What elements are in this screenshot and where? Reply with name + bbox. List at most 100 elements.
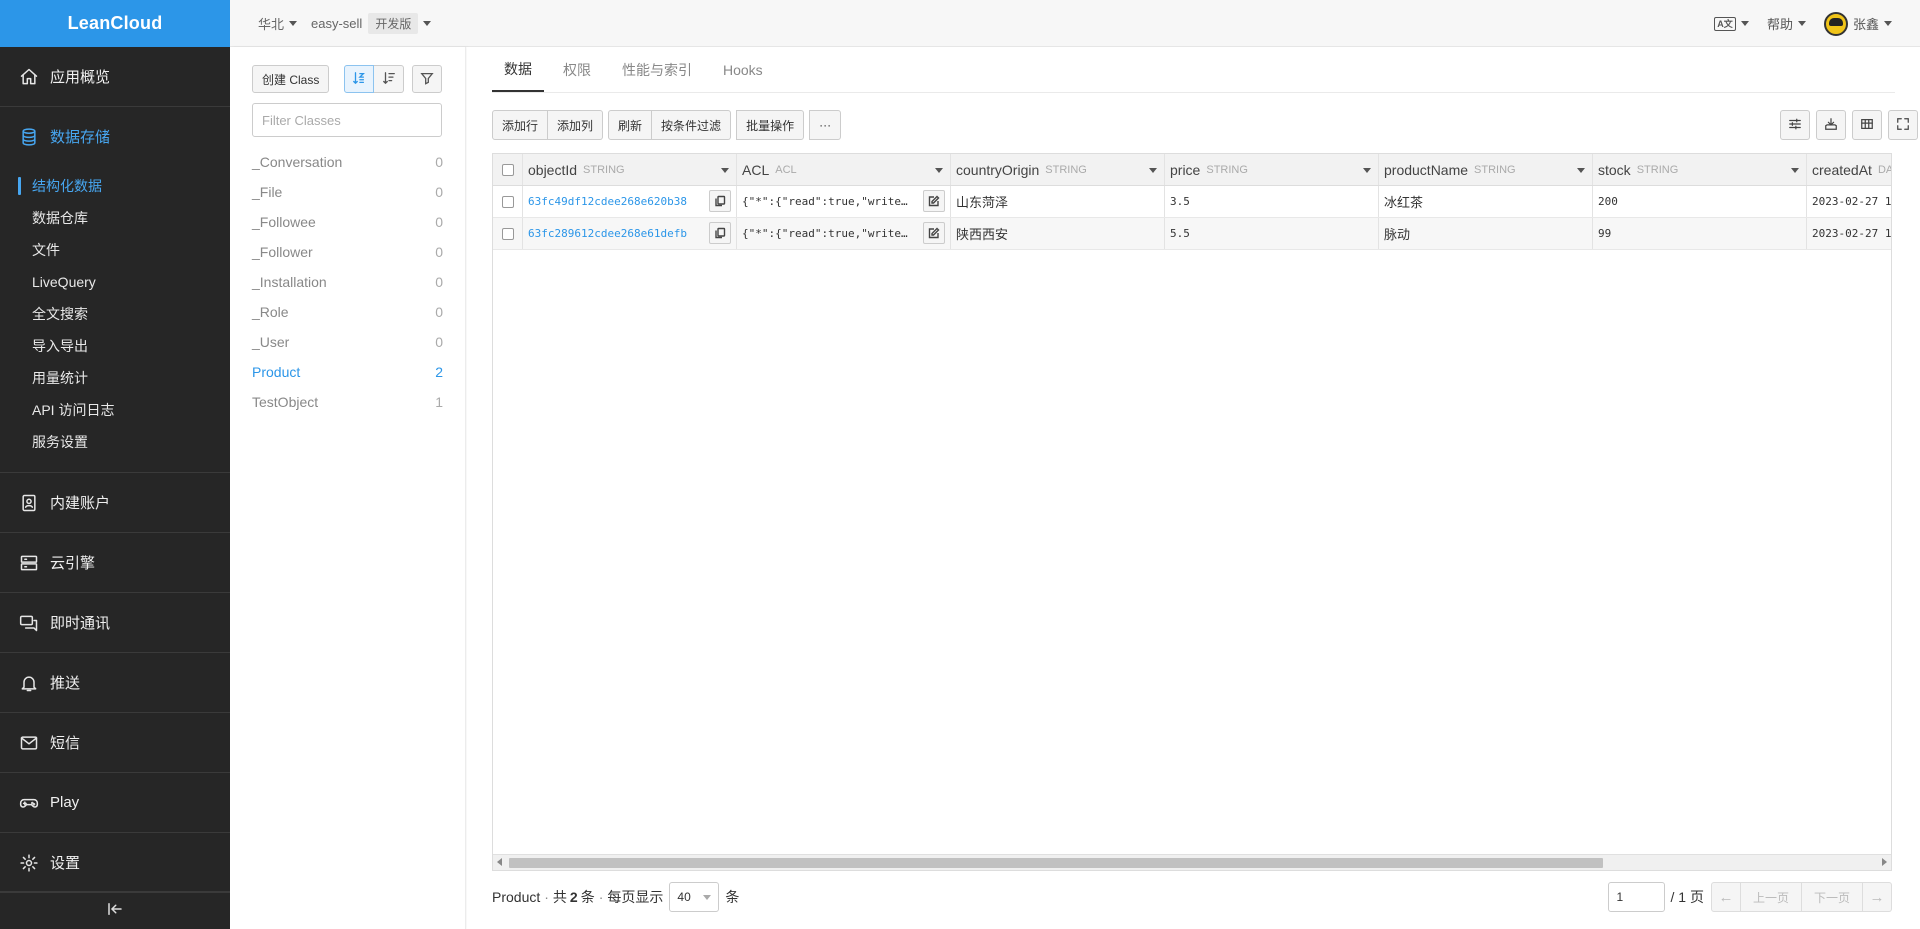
row-checkbox[interactable] [502, 227, 514, 240]
class-item[interactable]: TestObject 1 [230, 387, 465, 417]
filter-classes-input[interactable] [252, 103, 442, 137]
nav-item-push[interactable]: 推送 [0, 653, 230, 712]
user-menu[interactable]: 张鑫 [1823, 11, 1892, 36]
view-controls [1780, 110, 1918, 140]
language-switch[interactable]: A文 [1713, 16, 1749, 31]
created-at-cell[interactable]: 2023-02-27 1 [1807, 186, 1891, 217]
column-header[interactable]: createdAt DA [1807, 154, 1891, 185]
nav-item-sms[interactable]: 短信 [0, 713, 230, 772]
add-row-button[interactable]: 添加行 [492, 110, 549, 140]
column-header[interactable]: price STRING [1165, 154, 1379, 185]
mail-icon [18, 732, 40, 754]
fullscreen-button[interactable] [1888, 110, 1918, 140]
chevron-down-icon[interactable] [1791, 168, 1799, 173]
product-name-cell[interactable]: 脉动 [1379, 218, 1593, 249]
objectid-cell[interactable]: 63fc49df12cdee268e620b38 [523, 186, 737, 217]
scroll-right-icon[interactable] [1882, 858, 1887, 866]
refresh-button[interactable]: 刷新 [608, 110, 653, 140]
acl-cell[interactable]: {"*":{"read":true,"write"… [737, 186, 951, 217]
tab-hooks[interactable]: Hooks [711, 47, 775, 92]
top-right-menu: A文 帮助 张鑫 [1713, 0, 1892, 47]
nav-item-engine[interactable]: 云引擎 [0, 533, 230, 592]
column-header[interactable]: ACL ACL [737, 154, 951, 185]
add-column-button[interactable]: 添加列 [548, 110, 604, 140]
column-settings-button[interactable] [1780, 110, 1810, 140]
objectid-cell[interactable]: 63fc289612cdee268e61defb [523, 218, 737, 249]
collapse-sidebar-button[interactable] [0, 891, 230, 929]
copy-button[interactable] [709, 222, 731, 244]
nav-item-settings[interactable]: 设置 [0, 833, 230, 892]
copy-button[interactable] [709, 190, 731, 212]
sub-item-data-warehouse[interactable]: 数据仓库 [0, 202, 230, 234]
acl-cell[interactable]: {"*":{"read":true,"write"… [737, 218, 951, 249]
select-all-checkbox[interactable] [502, 163, 514, 176]
sort-count-button[interactable] [374, 65, 405, 93]
sub-item-livequery[interactable]: LiveQuery [0, 266, 230, 298]
scrollbar-thumb[interactable] [509, 858, 1603, 868]
table-view-button[interactable] [1852, 110, 1882, 140]
edit-button[interactable] [923, 190, 945, 212]
price-cell[interactable]: 3.5 [1165, 186, 1379, 217]
class-item[interactable]: _File 0 [230, 177, 465, 207]
chevron-down-icon[interactable] [1363, 168, 1371, 173]
tab-data[interactable]: 数据 [492, 47, 544, 92]
sub-item-fulltext-search[interactable]: 全文搜索 [0, 298, 230, 330]
class-item[interactable]: _Follower 0 [230, 237, 465, 267]
nav-item-im[interactable]: 即时通讯 [0, 593, 230, 652]
tab-performance-indexes[interactable]: 性能与索引 [610, 47, 704, 92]
stock-cell[interactable]: 200 [1593, 186, 1807, 217]
column-header[interactable]: countryOrigin STRING [951, 154, 1165, 185]
chevron-down-icon[interactable] [1149, 168, 1157, 173]
region-select[interactable]: 华北 [258, 14, 298, 33]
country-origin-cell[interactable]: 山东菏泽 [951, 186, 1165, 217]
edit-button[interactable] [923, 222, 945, 244]
class-item[interactable]: _Conversation 0 [230, 147, 465, 177]
sub-item-structured-data[interactable]: 结构化数据 [0, 170, 230, 202]
column-name: createdAt [1812, 161, 1872, 178]
product-name-cell[interactable]: 冰红茶 [1379, 186, 1593, 217]
app-select[interactable]: easy-sell 开发版 [311, 12, 432, 34]
more-button[interactable]: ··· [809, 110, 842, 140]
help-menu[interactable]: 帮助 [1767, 14, 1806, 33]
prev-page-button[interactable]: ← 上一页 [1710, 882, 1802, 912]
nav-item-play[interactable]: Play [0, 773, 230, 832]
class-item[interactable]: _Followee 0 [230, 207, 465, 237]
filter-classes-button[interactable] [412, 65, 443, 93]
tab-permissions[interactable]: 权限 [551, 47, 603, 92]
per-page-select[interactable]: 40 [669, 882, 720, 912]
nav-item-storage[interactable]: 数据存储 [0, 107, 230, 166]
filter-by-condition-button[interactable]: 按条件过滤 [652, 110, 732, 140]
created-at-cell[interactable]: 2023-02-27 1 [1807, 218, 1891, 249]
horizontal-scrollbar[interactable] [493, 854, 1891, 870]
column-header[interactable]: objectId STRING [523, 154, 737, 185]
sub-item-files[interactable]: 文件 [0, 234, 230, 266]
country-origin-cell[interactable]: 陕西西安 [951, 218, 1165, 249]
next-page-button[interactable]: 下一页 → [1801, 882, 1892, 912]
page-number-input[interactable] [1607, 882, 1665, 912]
sub-item-usage-stats[interactable]: 用量统计 [0, 362, 230, 394]
chevron-down-icon[interactable] [1577, 168, 1585, 173]
price-cell[interactable]: 5.5 [1165, 218, 1379, 249]
chevron-down-icon[interactable] [935, 168, 943, 173]
sub-item-api-logs[interactable]: API 访问日志 [0, 394, 230, 426]
sub-item-import-export[interactable]: 导入导出 [0, 330, 230, 362]
nav-item-overview[interactable]: 应用概览 [0, 47, 230, 106]
class-item[interactable]: _Role 0 [230, 297, 465, 327]
class-item-selected[interactable]: Product 2 [230, 357, 465, 387]
batch-operations-button[interactable]: 批量操作 [736, 110, 805, 140]
class-item[interactable]: _Installation 0 [230, 267, 465, 297]
stock-cell[interactable]: 99 [1593, 218, 1807, 249]
column-header[interactable]: stock STRING [1593, 154, 1807, 185]
sub-item-service-settings[interactable]: 服务设置 [0, 426, 230, 458]
sort-alpha-button[interactable] [344, 65, 375, 93]
scroll-left-icon[interactable] [497, 858, 502, 866]
chevron-down-icon[interactable] [721, 168, 729, 173]
class-item[interactable]: _User 0 [230, 327, 465, 357]
nav-item-accounts[interactable]: 内建账户 [0, 473, 230, 532]
export-button[interactable] [1816, 110, 1846, 140]
create-class-button[interactable]: 创建 Class [252, 65, 330, 93]
pagination: / 1 页 ← 上一页 下一页 → [1607, 882, 1892, 912]
row-checkbox[interactable] [502, 195, 514, 208]
column-header[interactable]: productName STRING [1379, 154, 1593, 185]
brand-logo[interactable]: LeanCloud [0, 0, 230, 47]
